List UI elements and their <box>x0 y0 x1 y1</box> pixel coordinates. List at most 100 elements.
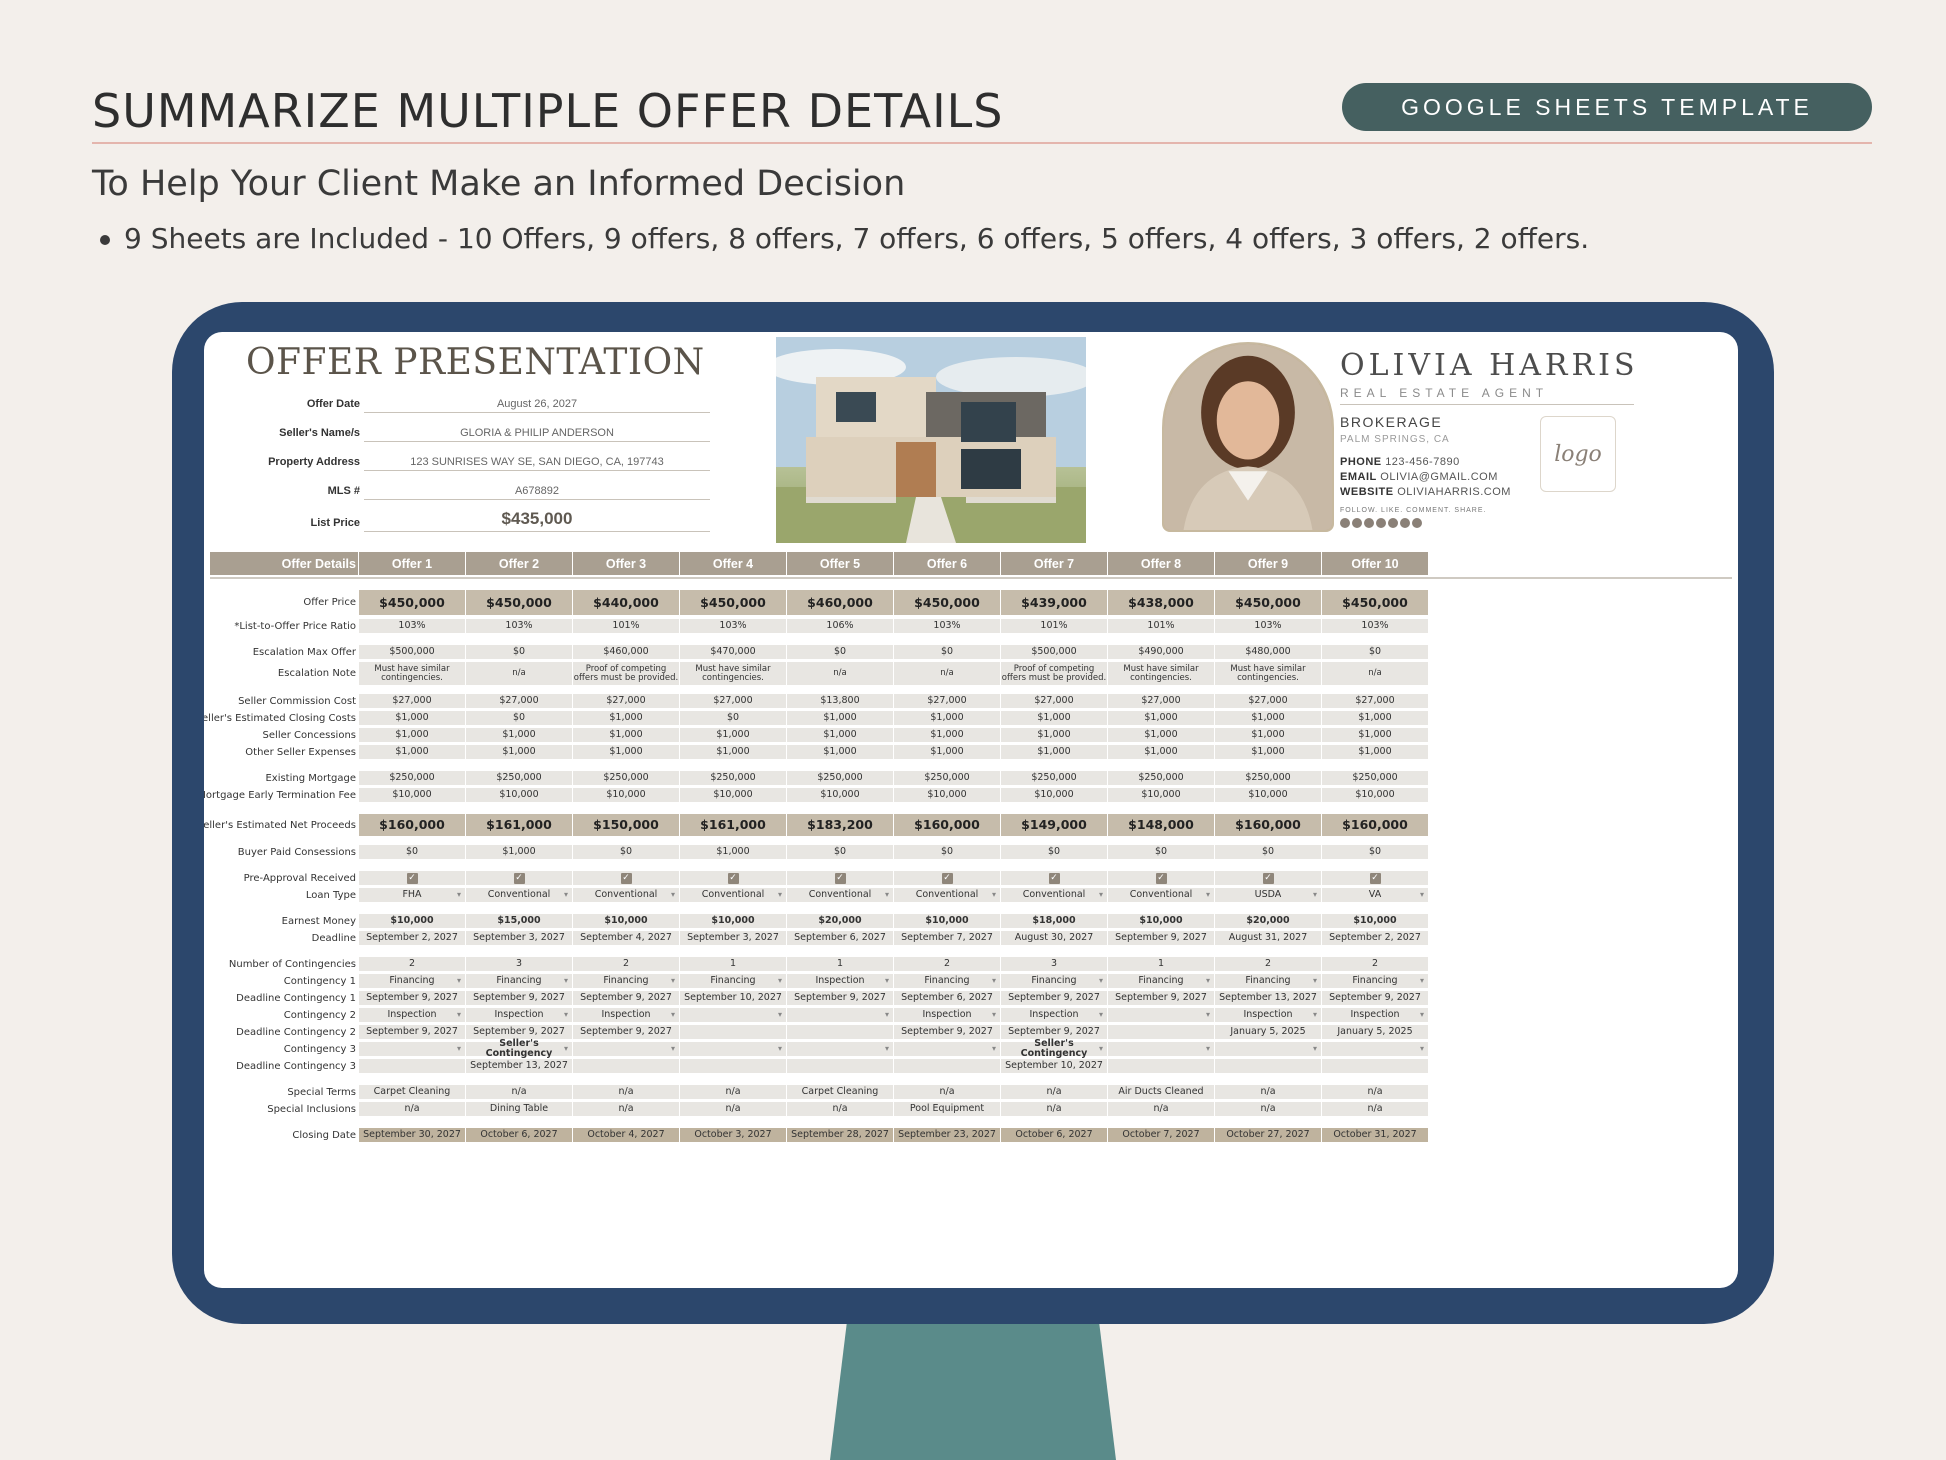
offer-8-cell[interactable] <box>1108 1042 1214 1056</box>
offer-3-cell[interactable]: n/a <box>573 1085 679 1099</box>
offer-5-cell[interactable]: Inspection <box>787 974 893 988</box>
offer-6-cell[interactable]: Financing <box>894 974 1000 988</box>
offer-1-cell[interactable]: $1,000 <box>359 745 465 759</box>
offer-7-cell[interactable]: $1,000 <box>1001 711 1107 725</box>
offer-2-cell[interactable]: $1,000 <box>466 745 572 759</box>
offer-6-cell[interactable]: $450,000 <box>894 590 1000 615</box>
offer-6-cell[interactable]: September 23, 2027 <box>894 1128 1000 1142</box>
offer-1-cell[interactable]: $10,000 <box>359 914 465 928</box>
offer-7-cell[interactable]: ✓ <box>1001 871 1107 885</box>
offer-8-cell[interactable]: $1,000 <box>1108 728 1214 742</box>
offer-7-cell[interactable]: $10,000 <box>1001 788 1107 802</box>
offer-8-cell[interactable]: 1 <box>1108 957 1214 971</box>
offer-3-cell[interactable]: Conventional <box>573 888 679 902</box>
offer-7-cell[interactable]: Financing <box>1001 974 1107 988</box>
offer-1-cell[interactable] <box>359 1042 465 1056</box>
offer-9-cell[interactable]: $1,000 <box>1215 728 1321 742</box>
offer-4-cell[interactable] <box>680 1008 786 1022</box>
agent-email[interactable]: EMAIL OLIVIA@GMAIL.COM <box>1340 471 1498 483</box>
offer-6-cell[interactable]: Inspection <box>894 1008 1000 1022</box>
offer-8-cell[interactable]: $1,000 <box>1108 745 1214 759</box>
offer-7-cell[interactable]: n/a <box>1001 1102 1107 1116</box>
offer-10-cell[interactable] <box>1322 1059 1428 1073</box>
offer-9-cell[interactable]: Inspection <box>1215 1008 1321 1022</box>
offer-1-cell[interactable]: September 2, 2027 <box>359 931 465 945</box>
offer-7-cell[interactable]: October 6, 2027 <box>1001 1128 1107 1142</box>
offer-2-cell[interactable]: Seller's Contingency <box>466 1039 572 1058</box>
offer-8-cell[interactable]: $0 <box>1108 845 1214 859</box>
checkbox-checked-icon[interactable]: ✓ <box>941 872 953 884</box>
offer-7-cell[interactable]: September 10, 2027 <box>1001 1059 1107 1073</box>
offer-8-cell[interactable]: Air Ducts Cleaned <box>1108 1085 1214 1099</box>
offer-4-cell[interactable]: $10,000 <box>680 788 786 802</box>
offer-6-cell[interactable]: 103% <box>894 619 1000 633</box>
offer-6-cell[interactable] <box>894 1059 1000 1073</box>
offer-2-cell[interactable]: $1,000 <box>466 845 572 859</box>
offer-3-cell[interactable]: $10,000 <box>573 788 679 802</box>
offer-2-cell[interactable]: $10,000 <box>466 788 572 802</box>
offer-1-cell[interactable]: Must have similar contingencies. <box>359 662 465 685</box>
offer-3-cell[interactable]: $1,000 <box>573 745 679 759</box>
offer-10-cell[interactable]: 103% <box>1322 619 1428 633</box>
offer-4-cell[interactable]: September 10, 2027 <box>680 991 786 1005</box>
offer-3-cell[interactable]: Financing <box>573 974 679 988</box>
offer-1-cell[interactable]: Inspection <box>359 1008 465 1022</box>
checkbox-checked-icon[interactable]: ✓ <box>1048 872 1060 884</box>
offer-2-cell[interactable]: $27,000 <box>466 694 572 708</box>
offer-4-cell[interactable]: Must have similar contingencies. <box>680 662 786 685</box>
offer-3-cell[interactable]: $10,000 <box>573 914 679 928</box>
offer-10-cell[interactable]: $1,000 <box>1322 745 1428 759</box>
offer-9-cell[interactable]: $1,000 <box>1215 711 1321 725</box>
info-list-price[interactable]: List Price $435,000 <box>204 508 710 532</box>
offer-10-cell[interactable]: ✓ <box>1322 871 1428 885</box>
checkbox-checked-icon[interactable]: ✓ <box>1262 872 1274 884</box>
offer-7-cell[interactable]: n/a <box>1001 1085 1107 1099</box>
offer-4-cell[interactable]: Financing <box>680 974 786 988</box>
offer-10-cell[interactable]: $0 <box>1322 645 1428 659</box>
offer-8-cell[interactable]: Conventional <box>1108 888 1214 902</box>
offer-7-cell[interactable]: Proof of competing offers must be provid… <box>1001 662 1107 685</box>
offer-5-cell[interactable]: $13,800 <box>787 694 893 708</box>
offer-5-cell[interactable]: $460,000 <box>787 590 893 615</box>
offer-1-cell[interactable]: September 9, 2027 <box>359 1025 465 1039</box>
offer-5-cell[interactable]: September 9, 2027 <box>787 991 893 1005</box>
offer-5-cell[interactable]: $20,000 <box>787 914 893 928</box>
offer-10-cell[interactable]: n/a <box>1322 662 1428 685</box>
offer-4-cell[interactable]: ✓ <box>680 871 786 885</box>
offer-9-cell[interactable]: n/a <box>1215 1102 1321 1116</box>
offer-6-cell[interactable]: n/a <box>894 1085 1000 1099</box>
offer-10-cell[interactable]: January 5, 2025 <box>1322 1025 1428 1039</box>
offer-1-cell[interactable]: September 30, 2027 <box>359 1128 465 1142</box>
offer-10-cell[interactable]: $27,000 <box>1322 694 1428 708</box>
linkedin-icon[interactable] <box>1400 518 1410 528</box>
offer-3-cell[interactable]: n/a <box>573 1102 679 1116</box>
offer-3-cell[interactable] <box>573 1042 679 1056</box>
offer-6-cell[interactable]: $1,000 <box>894 728 1000 742</box>
offer-3-cell[interactable]: $1,000 <box>573 728 679 742</box>
offer-5-cell[interactable]: ✓ <box>787 871 893 885</box>
offer-6-cell[interactable]: $27,000 <box>894 694 1000 708</box>
offer-4-cell[interactable]: $1,000 <box>680 845 786 859</box>
offer-3-cell[interactable]: $460,000 <box>573 645 679 659</box>
offer-9-cell[interactable]: Financing <box>1215 974 1321 988</box>
checkbox-checked-icon[interactable]: ✓ <box>1155 872 1167 884</box>
offer-7-cell[interactable]: September 9, 2027 <box>1001 991 1107 1005</box>
offer-2-cell[interactable]: October 6, 2027 <box>466 1128 572 1142</box>
offer-8-cell[interactable] <box>1108 1008 1214 1022</box>
offer-4-cell[interactable]: October 3, 2027 <box>680 1128 786 1142</box>
offer-6-cell[interactable]: $1,000 <box>894 745 1000 759</box>
offer-6-cell[interactable]: $250,000 <box>894 771 1000 785</box>
offer-10-cell[interactable]: $160,000 <box>1322 814 1428 836</box>
offer-6-cell[interactable] <box>894 1042 1000 1056</box>
offer-2-cell[interactable]: $250,000 <box>466 771 572 785</box>
offer-2-cell[interactable]: $0 <box>466 645 572 659</box>
offer-2-cell[interactable]: $161,000 <box>466 814 572 836</box>
offer-4-cell[interactable] <box>680 1059 786 1073</box>
offer-7-cell[interactable]: August 30, 2027 <box>1001 931 1107 945</box>
offer-4-cell[interactable]: $27,000 <box>680 694 786 708</box>
offer-9-cell[interactable]: Must have similar contingencies. <box>1215 662 1321 685</box>
offer-8-cell[interactable]: $250,000 <box>1108 771 1214 785</box>
offer-8-cell[interactable]: $10,000 <box>1108 788 1214 802</box>
offer-4-cell[interactable]: $1,000 <box>680 728 786 742</box>
offer-1-cell[interactable]: $27,000 <box>359 694 465 708</box>
